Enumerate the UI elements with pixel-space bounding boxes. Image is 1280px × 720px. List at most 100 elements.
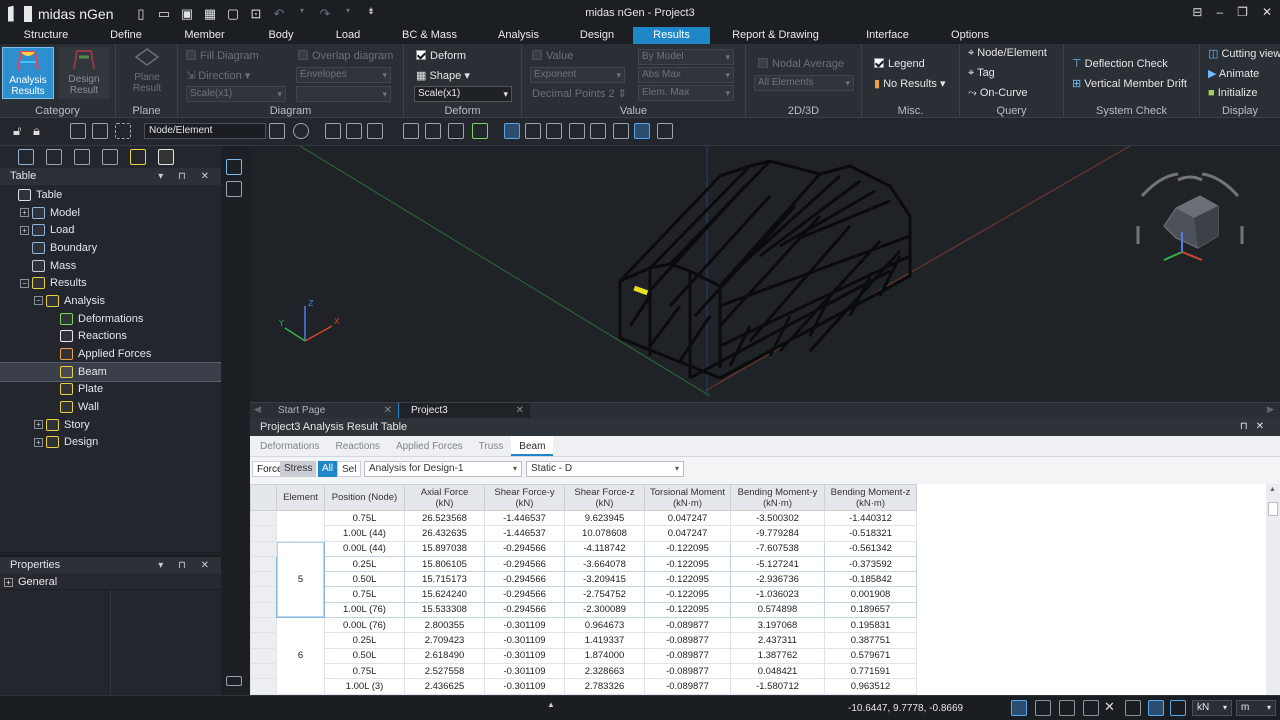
beam-section-icon[interactable] [403,123,419,139]
table-cell[interactable]: -0.294566 [484,571,565,588]
menu-member[interactable]: Member [160,27,249,44]
properties-general-section[interactable]: + General [0,574,221,590]
lock-icon[interactable]: 🔒︎ [33,123,49,139]
table-cell[interactable]: -0.294566 [484,601,565,619]
undo-dropdown-icon[interactable]: ▾ [295,6,309,22]
select-polygon-icon[interactable] [92,123,108,139]
table-row[interactable]: 1.00L (76) 15.533308 -0.294566 -2.300089 -0.… [250,601,917,619]
tree-item-wall[interactable]: Wall [0,398,221,416]
value-checkbox[interactable]: Value [532,50,573,62]
table-cell[interactable]: -0.301109 [484,647,565,664]
menu-define[interactable]: Define [92,27,160,44]
tag-query-button[interactable]: ⌖ Tag [968,67,995,80]
cutting-view-button[interactable]: ◫ Cutting view [1208,47,1280,60]
open-folder-icon[interactable]: ▭ [157,6,171,22]
table-cell[interactable]: 15.624240 [404,586,485,603]
plane-result-button[interactable]: Plane Result [121,47,173,99]
table-cell[interactable]: -0.122095 [644,601,731,619]
table-cell[interactable]: 1.874000 [564,647,645,664]
table-cell[interactable]: -1.440312 [824,509,917,527]
table-cell[interactable]: 0.574898 [730,601,825,619]
table-cell[interactable]: -5.127241 [730,555,825,573]
sel-button[interactable]: Sel [337,461,362,477]
result-tab-truss[interactable]: Truss [471,436,512,456]
new-file-icon[interactable]: ▯ [134,6,148,22]
node-axis-icon[interactable] [525,123,541,139]
panel-collapse-icon[interactable] [226,676,242,686]
snap-angle-icon[interactable] [1125,700,1141,716]
color-display-icon[interactable] [472,123,488,139]
table-cell[interactable]: 26.523568 [404,509,485,527]
tree-tab-icon[interactable] [46,149,62,165]
column-header[interactable]: Bending Moment-y (kN·m) [730,484,825,511]
menu-design[interactable]: Design [561,27,633,44]
table-cell[interactable]: 15.533308 [404,601,485,619]
results-tab-icon[interactable] [130,149,146,165]
panel-controls[interactable]: ▾ ⊓ ✕ [158,168,215,185]
expand-icon[interactable]: + [34,420,43,430]
menu-interface[interactable]: Interface [841,27,934,44]
envelopes-dropdown[interactable]: Envelopes [296,67,391,83]
selection-filter-dropdown[interactable]: Node/Element [144,123,266,139]
result-tab-reactions[interactable]: Reactions [327,436,387,456]
status-expand-icon[interactable]: ▲ [547,700,555,709]
column-header[interactable]: Bending Moment-z (kN·m) [824,484,917,511]
nodal-average-checkbox[interactable]: Nodal Average [758,58,844,70]
result-table-controls[interactable]: ⊓✕ [1240,418,1272,436]
table-cell[interactable]: 1.419337 [564,632,645,649]
undo-icon[interactable]: ↶ [272,6,286,22]
table-row[interactable]: 1.00L (3) 2.436625 -0.301109 2.783326 -0.089… [250,678,917,695]
row-header[interactable] [250,586,277,603]
collapse-icon[interactable]: − [34,296,43,306]
table-cell[interactable]: 0.75L [324,662,405,680]
table-cell[interactable]: 0.047247 [644,509,731,527]
column-header[interactable]: Shear Force-y (kN) [484,484,565,511]
table-cell[interactable]: 1.00L (76) [324,601,405,619]
result-tab-beam[interactable]: Beam [511,436,554,456]
expand-icon[interactable]: + [20,225,29,235]
table-cell[interactable]: -9.779284 [730,525,825,542]
label-display-icon[interactable] [569,123,585,139]
table-cell[interactable]: 10.078608 [564,525,645,542]
overlap-diagram-checkbox[interactable]: Overlap diagram [298,50,393,62]
model-viewport[interactable]: Z X Y [250,146,1280,402]
restore-panels-icon[interactable]: ⊟ [1192,5,1202,19]
column-header[interactable]: Element [276,484,325,511]
tree-item-boundary[interactable]: Boundary [0,239,221,257]
table-cell[interactable]: 0.579671 [824,647,917,664]
table-cell[interactable]: -2.754752 [564,586,645,603]
tree-item-results[interactable]: − Results [0,274,221,292]
element-cell[interactable]: 5 [276,540,325,619]
direction-dropdown[interactable]: ⇲ Direction ▾ [186,69,250,82]
table-cell[interactable]: -1.036023 [730,586,825,603]
redo-dropdown-icon[interactable]: ▾ [341,6,355,22]
table-cell[interactable]: -0.561342 [824,540,917,557]
tree-item-table[interactable]: Table [0,186,221,204]
fill-diagram-checkbox[interactable]: Fill Diagram [186,50,259,62]
close-tab-icon[interactable]: ✕ [384,403,392,418]
result-tab-applied-forces[interactable]: Applied Forces [388,436,471,456]
table-cell[interactable]: 3.197068 [730,617,825,634]
table-cell[interactable]: -3.500302 [730,509,825,527]
menu-options[interactable]: Options [934,27,1006,44]
table-row[interactable]: 0.25L 2.709423 -0.301109 1.419337 -0.089877 2… [250,632,917,649]
snap-grid-icon[interactable] [1059,700,1075,716]
table-cell[interactable]: -3.209415 [564,571,645,588]
table-cell[interactable]: -0.294566 [484,540,565,557]
customize-qa-icon[interactable]: ⇟ [364,6,378,22]
table-cell[interactable]: -0.122095 [644,586,731,603]
view-point-icon[interactable] [657,123,673,139]
tree-item-load[interactable]: + Load [0,221,221,239]
stress-mode-button[interactable]: Stress [280,461,317,477]
menu-report-drawing[interactable]: Report & Drawing [710,27,841,44]
numbering-icon[interactable] [590,123,606,139]
close-button[interactable]: ✕ [1262,5,1272,19]
table-cell[interactable]: 0.771591 [824,662,917,680]
table-row[interactable]: 0.75L 15.624240 -0.294566 -2.754752 -0.12209… [250,586,917,603]
local-axis-icon[interactable] [504,123,520,139]
row-header[interactable] [250,632,277,649]
close-file-icon[interactable]: ▢ [226,6,240,22]
table-cell[interactable]: 2.328663 [564,662,645,680]
expand-icon[interactable]: + [34,437,43,447]
table-cell[interactable]: 0.963512 [824,678,917,695]
